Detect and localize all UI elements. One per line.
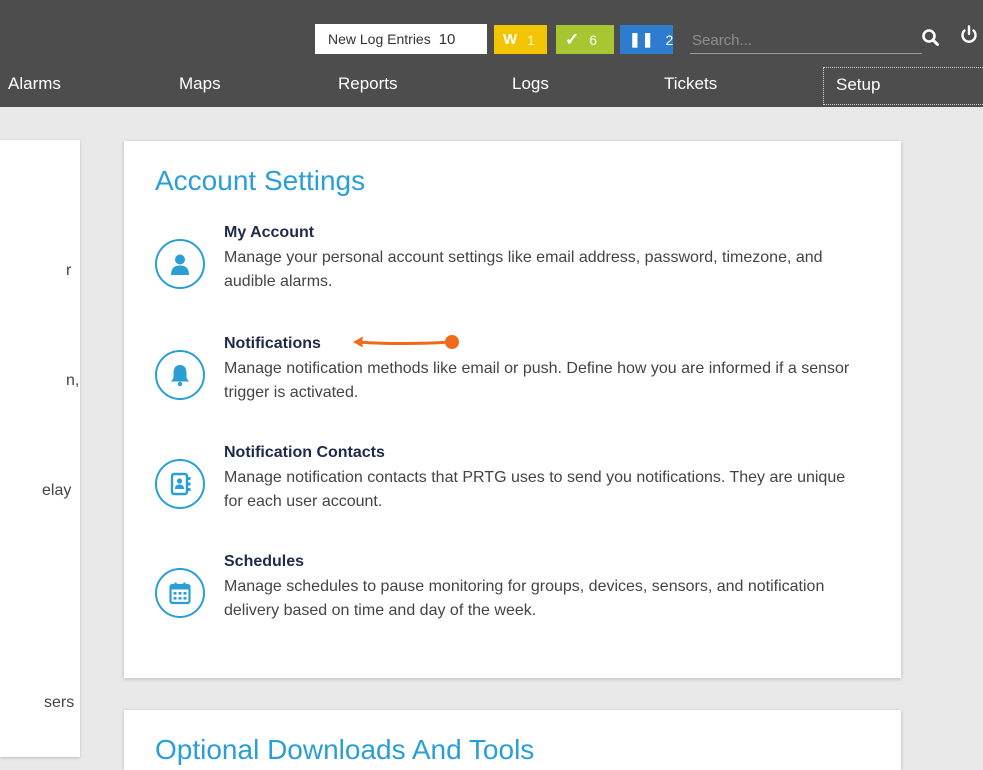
- warning-badge-count: 1: [527, 31, 535, 48]
- notification-contacts-description: Manage notification contacts that PRTG u…: [224, 469, 846, 510]
- pause-icon: ❚❚: [629, 31, 655, 47]
- my-account-description: Manage your personal account settings li…: [224, 249, 823, 290]
- nav-setup[interactable]: Setup: [823, 67, 983, 105]
- account-settings-card: Account Settings My Account Manage your …: [124, 141, 901, 678]
- account-settings-title: Account Settings: [155, 165, 366, 196]
- notifications-link[interactable]: Notifications: [224, 335, 321, 353]
- contact-book-icon: [155, 459, 205, 509]
- search-icon[interactable]: [920, 27, 942, 49]
- schedules-description: Manage schedules to pause monitoring for…: [224, 578, 825, 619]
- my-account-link[interactable]: My Account: [224, 224, 314, 242]
- nav-logs[interactable]: Logs: [512, 74, 549, 94]
- checkmark-icon: ✓: [565, 29, 580, 49]
- left-panel-text-fragment: sers: [44, 694, 75, 711]
- left-panel-text-fragment: r: [66, 262, 72, 279]
- optional-downloads-card: Optional Downloads And Tools: [124, 710, 901, 770]
- schedules-link[interactable]: Schedules: [224, 553, 304, 571]
- annotation-arrow-icon: [353, 335, 459, 349]
- left-panel-text-fragment: n,: [66, 372, 80, 389]
- ok-badge[interactable]: ✓ 6: [556, 25, 614, 54]
- search-input[interactable]: [690, 28, 922, 54]
- left-panel-text-fragment: elay: [42, 482, 72, 499]
- new-log-entries-label: New Log Entries: [328, 31, 431, 47]
- nav-tickets[interactable]: Tickets: [664, 74, 717, 94]
- nav-maps[interactable]: Maps: [179, 74, 221, 94]
- left-panel: r n, elay sers: [0, 140, 80, 757]
- bell-icon: [155, 350, 205, 400]
- warning-badge[interactable]: W 1: [494, 25, 547, 54]
- calendar-icon: [155, 568, 205, 618]
- ok-badge-count: 6: [589, 31, 598, 48]
- power-icon[interactable]: [958, 24, 980, 46]
- optional-downloads-title: Optional Downloads And Tools: [155, 734, 535, 765]
- user-icon: [155, 239, 205, 289]
- paused-badge[interactable]: ❚❚ 2: [620, 25, 673, 54]
- nav-alarms[interactable]: Alarms: [8, 74, 61, 94]
- top-bar: New Log Entries 10 W 1 ✓ 6 ❚❚ 2 Alarms M…: [0, 0, 983, 107]
- paused-badge-count: 2: [665, 31, 674, 48]
- notifications-description: Manage notification methods like email o…: [224, 360, 850, 401]
- notification-contacts-link[interactable]: Notification Contacts: [224, 444, 385, 462]
- warning-badge-label: W: [503, 31, 518, 48]
- new-log-entries-count: 10: [438, 30, 456, 48]
- nav-reports[interactable]: Reports: [338, 74, 398, 94]
- new-log-entries-button[interactable]: New Log Entries 10: [315, 24, 487, 54]
